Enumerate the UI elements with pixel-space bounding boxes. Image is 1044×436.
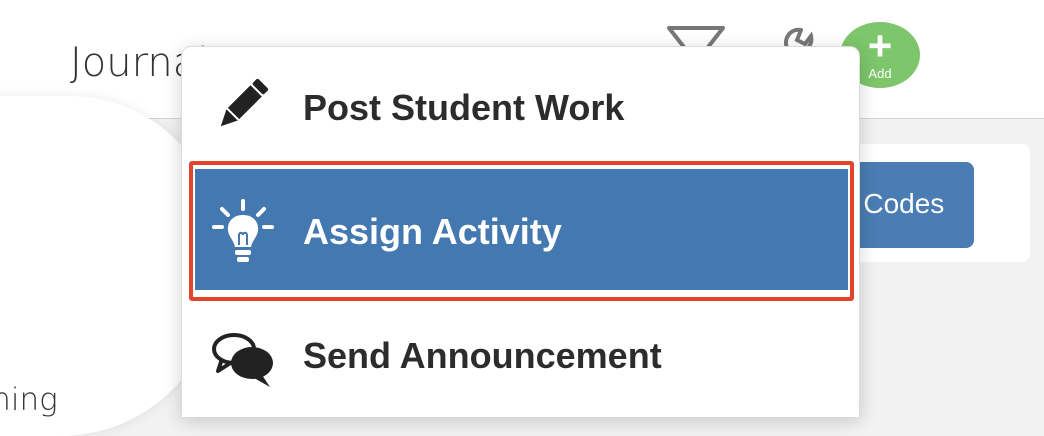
lightbulb-icon: [210, 199, 276, 270]
side-panel-text: arning: [0, 382, 58, 418]
menu-item-label: Send Announcement: [303, 335, 662, 376]
menu-item-assign-activity[interactable]: Assign Activity: [182, 159, 859, 303]
speech-bubbles-icon: [210, 327, 276, 396]
menu-item-send-announcement[interactable]: Send Announcement: [182, 303, 859, 417]
menu-item-label: Post Student Work: [303, 87, 625, 128]
menu-item-post-student-work[interactable]: Post Student Work: [182, 47, 859, 159]
add-menu-dropdown: Post Student Work Assign Activity Send A…: [181, 46, 860, 417]
pencil-icon: [210, 73, 274, 142]
menu-item-label: Assign Activity: [303, 211, 562, 252]
